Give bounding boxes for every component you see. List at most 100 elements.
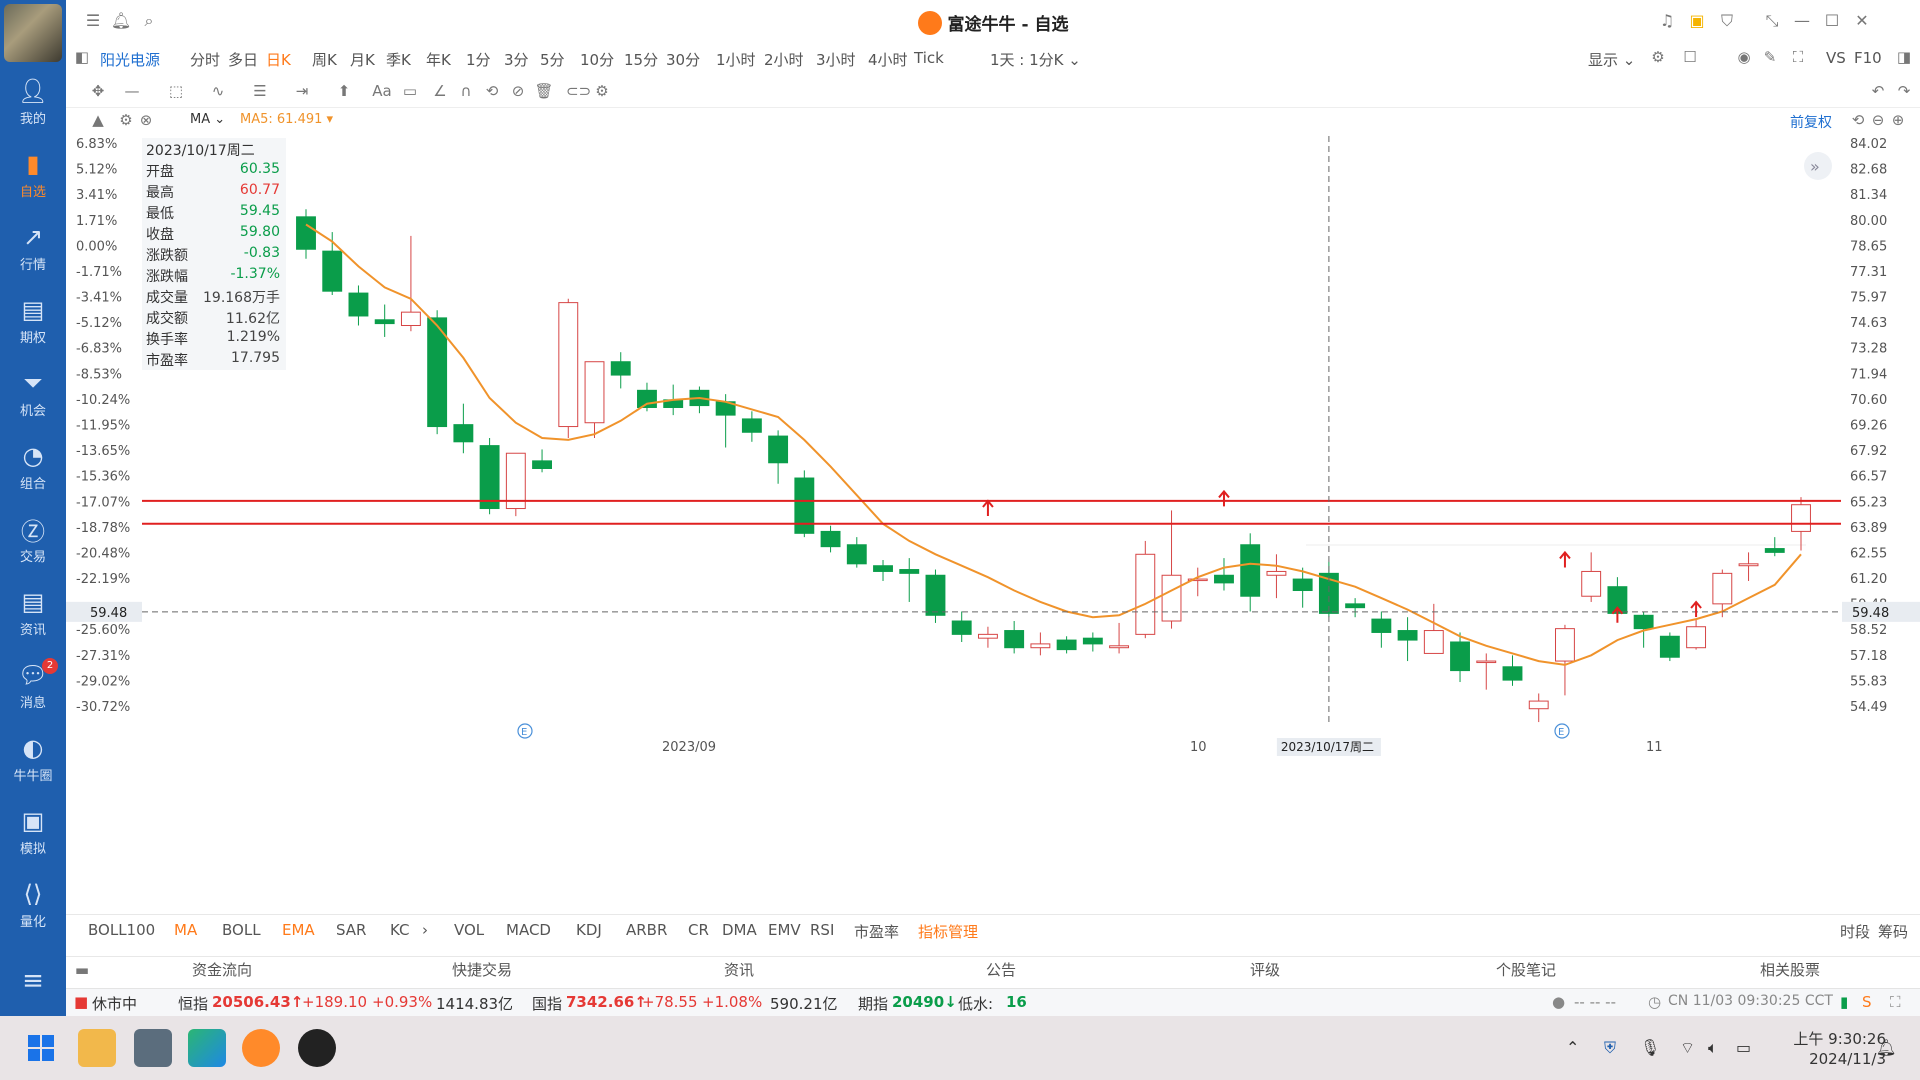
candle-body[interactable] — [1791, 504, 1811, 532]
sidebar-item-10[interactable]: ▣ 模拟 — [0, 800, 66, 872]
settings-icon[interactable]: ⚙ — [1648, 48, 1668, 66]
tray-chevron-icon[interactable]: ⌃ — [1566, 1038, 1579, 1057]
candle-body[interactable] — [1423, 630, 1444, 654]
sidebar-item-11[interactable]: ⟨⟩ 量化 — [0, 873, 66, 945]
sidebar-item-4[interactable]: ⏷ 机会 — [0, 362, 66, 434]
indicator-tab-14[interactable]: 市盈率 — [854, 921, 899, 942]
candle-body[interactable] — [1056, 639, 1077, 651]
magnet-tool-icon[interactable]: ∩ — [456, 82, 476, 100]
interval-selector[interactable]: 1天 : 1分K ⌄ — [990, 49, 1081, 70]
candle-body[interactable] — [453, 424, 474, 443]
indicator-tab-0[interactable]: BOLL100 — [88, 921, 155, 939]
camera-icon[interactable]: ◉ — [1734, 48, 1754, 66]
text-tool-icon[interactable]: Aa — [372, 82, 392, 100]
sidebar-item-0[interactable]: 👤︎ 我的 — [0, 70, 66, 142]
indicator-tab-4[interactable]: SAR — [336, 921, 366, 939]
sidebar-item-7[interactable]: ▤ 资讯 — [0, 581, 66, 653]
mic-icon[interactable]: 🎙︎ — [1640, 1038, 1660, 1057]
more-chevron-icon[interactable]: › — [422, 921, 428, 939]
link-tool-icon[interactable]: ⊂⊃ — [566, 82, 591, 100]
candle-body[interactable] — [532, 460, 552, 469]
period-tab-2[interactable]: 日K — [266, 49, 291, 70]
candle-body[interactable] — [873, 565, 893, 572]
candle-body[interactable] — [1581, 570, 1602, 597]
period-tab-8[interactable]: 3分 — [504, 49, 529, 70]
candle-body[interactable] — [1030, 643, 1051, 649]
futu-app-icon[interactable] — [242, 1029, 280, 1067]
zoom-in-icon[interactable]: ⊕ — [1888, 111, 1908, 129]
candle-body[interactable] — [1712, 572, 1733, 605]
period-tab-7[interactable]: 1分 — [466, 49, 491, 70]
period-tab-17[interactable]: Tick — [914, 49, 944, 67]
pen-icon[interactable]: ✎ — [1760, 48, 1780, 66]
expand-icon[interactable]: ⛶ — [1890, 993, 1901, 1011]
hsi-label[interactable]: 恒指 — [178, 993, 208, 1014]
tab-period[interactable]: 时段 — [1840, 921, 1870, 942]
candle-body[interactable] — [1109, 645, 1130, 649]
candle-body[interactable] — [1764, 548, 1785, 553]
f10-button[interactable]: F10 — [1854, 49, 1882, 67]
reset-icon[interactable]: ⟲ — [1848, 111, 1868, 129]
level-icon[interactable]: ▮ — [1840, 993, 1848, 1011]
redo-icon[interactable]: ↷ — [1894, 82, 1914, 100]
adjust-selector[interactable]: 前复权 — [1790, 112, 1832, 132]
period-tab-3[interactable]: 周K — [312, 49, 337, 70]
candle-body[interactable] — [1082, 637, 1103, 645]
indicator-tab-15[interactable]: 指标管理 — [918, 921, 978, 942]
candle-body[interactable] — [741, 418, 762, 433]
arrow-tool-icon[interactable]: ⬆ — [334, 82, 354, 100]
period-tab-13[interactable]: 1小时 — [716, 49, 756, 70]
indicator-tab-12[interactable]: EMV — [768, 921, 801, 939]
period-tab-15[interactable]: 3小时 — [816, 49, 856, 70]
candle-body[interactable] — [1633, 614, 1654, 630]
period-tab-6[interactable]: 年K — [426, 49, 451, 70]
indicator-close-icon[interactable]: ⊗ — [136, 111, 156, 129]
shield-icon[interactable]: ⛨ — [1604, 1038, 1616, 1058]
period-tab-14[interactable]: 2小时 — [764, 49, 804, 70]
collapse-icon[interactable]: ⤡ — [1761, 11, 1783, 31]
fullscreen-icon[interactable]: ⛶ — [1788, 48, 1808, 66]
candle-body[interactable] — [1161, 574, 1182, 622]
volume-icon[interactable]: 🔈︎ — [1708, 1038, 1718, 1058]
period-tab-1[interactable]: 多日 — [228, 49, 258, 70]
crosshair-tool-icon[interactable]: ✥ — [88, 82, 108, 100]
period-tab-10[interactable]: 10分 — [580, 49, 614, 70]
calculator-icon[interactable] — [134, 1029, 172, 1067]
notification-icon[interactable]: 🔔︎ — [1876, 1038, 1896, 1057]
candle-body[interactable] — [925, 574, 946, 616]
trash-tool-icon[interactable]: 🗑︎ — [534, 82, 554, 100]
sidebar-menu-icon[interactable]: ≡ — [0, 966, 66, 1006]
close-icon[interactable]: ✕ — [1851, 11, 1873, 31]
candle-body[interactable] — [558, 302, 579, 428]
indicator-tab-8[interactable]: KDJ — [576, 921, 602, 939]
sidebar-item-2[interactable]: ↗ 行情 — [0, 216, 66, 288]
candle-body[interactable] — [820, 530, 841, 548]
indicator-settings-icon[interactable]: ⚙ — [116, 111, 136, 129]
tab-chips[interactable]: 筹码 — [1878, 921, 1908, 942]
sidebar-item-3[interactable]: ▤ 期权 — [0, 289, 66, 361]
period-tab-16[interactable]: 4小时 — [868, 49, 908, 70]
bottom-tab-6[interactable]: 相关股票 — [1760, 959, 1820, 980]
candle-body[interactable] — [400, 311, 421, 327]
undo-icon[interactable]: ↶ — [1868, 82, 1888, 100]
candle-body[interactable] — [1371, 618, 1392, 633]
period-tab-4[interactable]: 月K — [350, 49, 375, 70]
candle-body[interactable] — [1292, 578, 1313, 592]
bottom-tab-2[interactable]: 资讯 — [724, 959, 754, 980]
sidebar-item-8[interactable]: 💬︎ 消息 2 — [0, 654, 66, 726]
bottom-tab-1[interactable]: 快捷交易 — [452, 959, 512, 980]
futures-label[interactable]: 期指 — [858, 993, 888, 1014]
period-tab-12[interactable]: 30分 — [666, 49, 700, 70]
measure-tool-icon[interactable]: ⇥ — [292, 82, 312, 100]
taskbar-time[interactable]: 上午 9:30:26 — [1786, 1028, 1886, 1049]
candle-body[interactable] — [374, 319, 395, 325]
zoom-out-icon[interactable]: ⊖ — [1868, 111, 1888, 129]
sidebar-item-5[interactable]: ◔ 组合 — [0, 435, 66, 507]
candle-body[interactable] — [584, 361, 605, 424]
candle-body[interactable] — [1240, 544, 1261, 597]
file-explorer-icon[interactable] — [78, 1029, 116, 1067]
bottom-tab-3[interactable]: 公告 — [986, 959, 1016, 980]
indicator-tab-11[interactable]: DMA — [722, 921, 757, 939]
candle-body[interactable] — [1214, 574, 1234, 584]
windows-start-icon[interactable] — [22, 1029, 60, 1067]
